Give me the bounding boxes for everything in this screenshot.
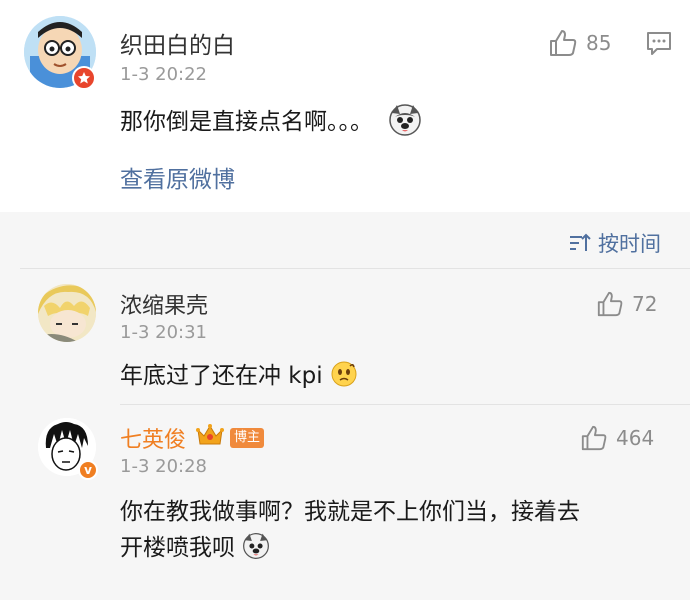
comment-time: 1-3 20:31 [120,322,207,343]
divider [20,268,690,269]
thumb-up-icon [550,30,577,56]
thumb-up-icon [581,425,607,451]
blogger-tag: 博主 [230,428,265,448]
crown-icon [196,422,224,452]
sort-label: 按时间 [598,232,661,256]
sort-icon [570,233,591,251]
post-time: 1-3 20:22 [120,64,207,85]
like-button[interactable]: 464 [580,424,654,452]
thumb-up-icon [597,291,623,317]
comment-user-name[interactable]: 七英俊 [120,422,186,454]
post-content: 那你倒是直接点名啊。。。 [120,102,422,143]
comment-content: 年底过了还在冲 kpi [120,356,358,394]
comment-content: 开楼喷我呗 [120,528,270,566]
thinking-emoji-icon [330,360,358,394]
comment-icon[interactable] [646,30,672,60]
main-post-card: 织田白的白 1-3 20:22 85 那你倒是直接点名啊。。。 查看原微博 [0,0,690,212]
like-count: 464 [616,426,655,450]
avatar[interactable] [38,284,96,342]
like-count: 85 [586,31,612,55]
view-original-link[interactable]: 查看原微博 [120,160,235,194]
comment-user-name[interactable]: 浓缩果壳 [120,288,208,320]
user-name[interactable]: 织田白的白 [120,26,235,60]
comment-time: 1-3 20:28 [120,456,207,477]
comment-text: 你在教我做事啊？我就是不上你们当，接着去 [120,499,580,525]
comment-text: 开楼喷我呗 [120,535,235,561]
like-button[interactable]: 72 [596,290,657,318]
divider [120,404,690,405]
dog-emoji-icon [242,532,270,566]
vip-badge-icon [72,66,96,90]
like-button[interactable]: 85 [548,28,611,58]
post-content-text: 那你倒是直接点名啊。。。 [120,109,373,135]
sort-button[interactable]: 按时间 [568,228,661,258]
dog-emoji-icon [388,103,422,143]
vip-badge-icon: v [78,460,98,480]
like-count: 72 [632,292,658,316]
comment-text: 年底过了还在冲 kpi [120,363,323,389]
